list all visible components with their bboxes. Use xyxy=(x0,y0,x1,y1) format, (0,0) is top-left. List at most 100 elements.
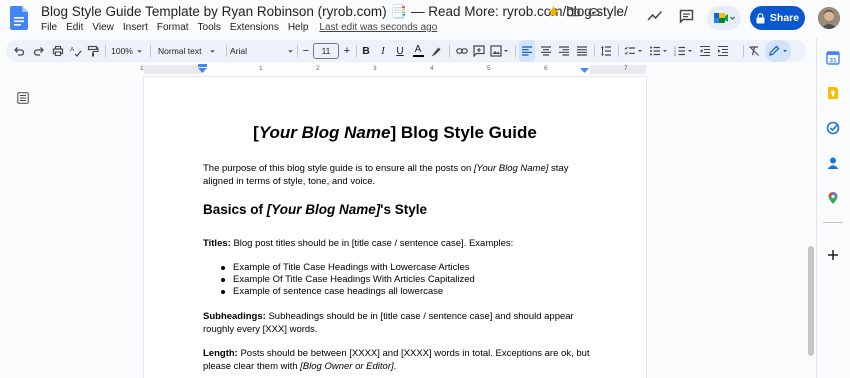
link-icon xyxy=(456,48,468,54)
menu-extensions[interactable]: Extensions xyxy=(230,22,279,33)
ruler-number: 7 xyxy=(624,65,628,72)
checklist-chevron-down-icon xyxy=(637,50,642,52)
ruler-number: 1 xyxy=(259,65,263,72)
numbered-list-icon: 123 xyxy=(674,46,685,57)
zoom-select[interactable]: 100% xyxy=(110,40,144,62)
titles-paragraph: Titles: Blog post titles should be in [t… xyxy=(203,238,514,249)
maps-icon[interactable] xyxy=(826,191,840,205)
tasks-icon[interactable] xyxy=(826,121,840,135)
paint-format-button[interactable] xyxy=(86,40,100,62)
zoom-value: 100% xyxy=(111,46,133,56)
text-color-button[interactable]: A xyxy=(411,40,425,62)
decrease-indent-button[interactable] xyxy=(698,40,712,62)
menu-insert[interactable]: Insert xyxy=(123,22,148,33)
underline-button[interactable]: U xyxy=(393,40,407,62)
menu-file[interactable]: File xyxy=(41,22,57,33)
menu-edit[interactable]: Edit xyxy=(66,22,83,33)
document-outline-icon[interactable] xyxy=(17,92,29,104)
align-left-button[interactable] xyxy=(519,40,535,62)
paragraph-style-value: Normal text xyxy=(158,46,202,56)
ruler-number: 4 xyxy=(430,65,434,72)
paragraph-style-select[interactable]: Normal text xyxy=(158,40,222,62)
bold-button[interactable]: B xyxy=(359,40,373,62)
move-folder-icon[interactable] xyxy=(567,5,581,19)
align-center-icon xyxy=(541,46,551,56)
increase-indent-button[interactable] xyxy=(716,40,730,62)
zoom-chevron-down-icon xyxy=(137,49,142,53)
list-item: Example Of Title Case Headings With Arti… xyxy=(219,274,475,286)
numbered-list-button[interactable]: 123 xyxy=(672,40,694,62)
google-docs-logo-icon[interactable] xyxy=(10,6,28,30)
editing-mode-button[interactable] xyxy=(765,40,791,62)
italic-button[interactable]: I xyxy=(376,40,390,62)
align-left-icon xyxy=(522,46,532,56)
contacts-icon[interactable] xyxy=(826,156,840,170)
activity-dashboard-icon[interactable] xyxy=(647,9,663,23)
menu-format[interactable]: Format xyxy=(157,22,189,33)
decrease-font-size-button[interactable]: − xyxy=(301,40,311,62)
avatar-image xyxy=(818,7,840,29)
spellcheck-icon: A xyxy=(70,47,82,57)
document-title[interactable]: Blog Style Guide Template by Ryan Robins… xyxy=(41,4,628,20)
pencil-icon xyxy=(769,45,780,56)
underline-icon: U xyxy=(396,45,404,57)
highlight-color-button[interactable] xyxy=(429,40,443,62)
list-item: Example of Title Case Headings with Lowe… xyxy=(219,262,475,274)
keep-icon[interactable] xyxy=(826,86,840,100)
last-edit-link[interactable]: Last edit was seconds ago xyxy=(319,22,437,33)
increase-indent-icon xyxy=(718,45,728,57)
examples-list: Example of Title Case Headings with Lowe… xyxy=(219,262,475,299)
paint-format-icon xyxy=(87,45,99,57)
line-spacing-button[interactable] xyxy=(598,40,614,62)
ruler-number: 6 xyxy=(544,65,548,72)
cloud-saved-icon[interactable] xyxy=(587,5,601,19)
align-right-button[interactable] xyxy=(557,40,571,62)
align-center-button[interactable] xyxy=(539,40,553,62)
ruler-number: 5 xyxy=(487,65,491,72)
font-family-value: Arial xyxy=(230,46,248,56)
image-icon xyxy=(489,45,502,57)
menu-view[interactable]: View xyxy=(92,22,114,33)
menu-tools[interactable]: Tools xyxy=(198,22,221,33)
bulleted-list-icon xyxy=(649,46,660,56)
svg-text:3: 3 xyxy=(674,53,676,57)
bulleted-list-button[interactable] xyxy=(647,40,669,62)
justify-button[interactable] xyxy=(575,40,589,62)
print-icon xyxy=(52,45,64,57)
align-right-icon xyxy=(559,46,569,56)
get-add-ons-plus-icon[interactable] xyxy=(826,248,840,262)
calendar-icon[interactable]: 31 xyxy=(826,51,840,65)
menu-help[interactable]: Help xyxy=(288,22,309,33)
font-size-input[interactable]: 11 xyxy=(313,43,339,59)
meet-button[interactable] xyxy=(707,6,741,30)
spelling-check-button[interactable]: A xyxy=(69,40,83,62)
highlight-pen-icon xyxy=(431,47,441,57)
line-spacing-icon xyxy=(601,46,611,56)
left-indent-marker-icon[interactable] xyxy=(198,64,207,74)
insert-link-button[interactable] xyxy=(455,40,469,62)
checklist-button[interactable] xyxy=(622,40,644,62)
print-button[interactable] xyxy=(51,40,65,62)
numbered-chevron-down-icon xyxy=(687,50,692,52)
svg-text:31: 31 xyxy=(829,58,837,65)
undo-button[interactable] xyxy=(12,40,26,62)
insert-image-button[interactable] xyxy=(489,40,509,62)
clear-formatting-button[interactable] xyxy=(747,40,761,62)
add-comment-icon xyxy=(473,45,485,57)
font-family-select[interactable]: Arial xyxy=(230,40,296,62)
font-chevron-down-icon xyxy=(288,49,293,53)
redo-button[interactable] xyxy=(32,40,46,62)
account-avatar[interactable] xyxy=(818,7,840,29)
scrollbar-thumb[interactable] xyxy=(808,246,814,356)
share-button[interactable]: Share xyxy=(750,6,805,30)
increase-font-size-button[interactable]: + xyxy=(342,40,352,62)
clear-formatting-icon xyxy=(749,46,759,56)
horizontal-ruler[interactable]: 1 1 2 3 4 5 6 7 xyxy=(0,64,816,76)
right-indent-marker-icon[interactable] xyxy=(580,65,589,74)
title-icons xyxy=(547,5,601,19)
svg-text:A: A xyxy=(70,47,75,54)
add-comment-button[interactable] xyxy=(472,40,486,62)
comment-history-icon[interactable] xyxy=(679,9,694,24)
star-icon[interactable] xyxy=(547,5,561,19)
text-color-icon: A xyxy=(414,43,422,55)
